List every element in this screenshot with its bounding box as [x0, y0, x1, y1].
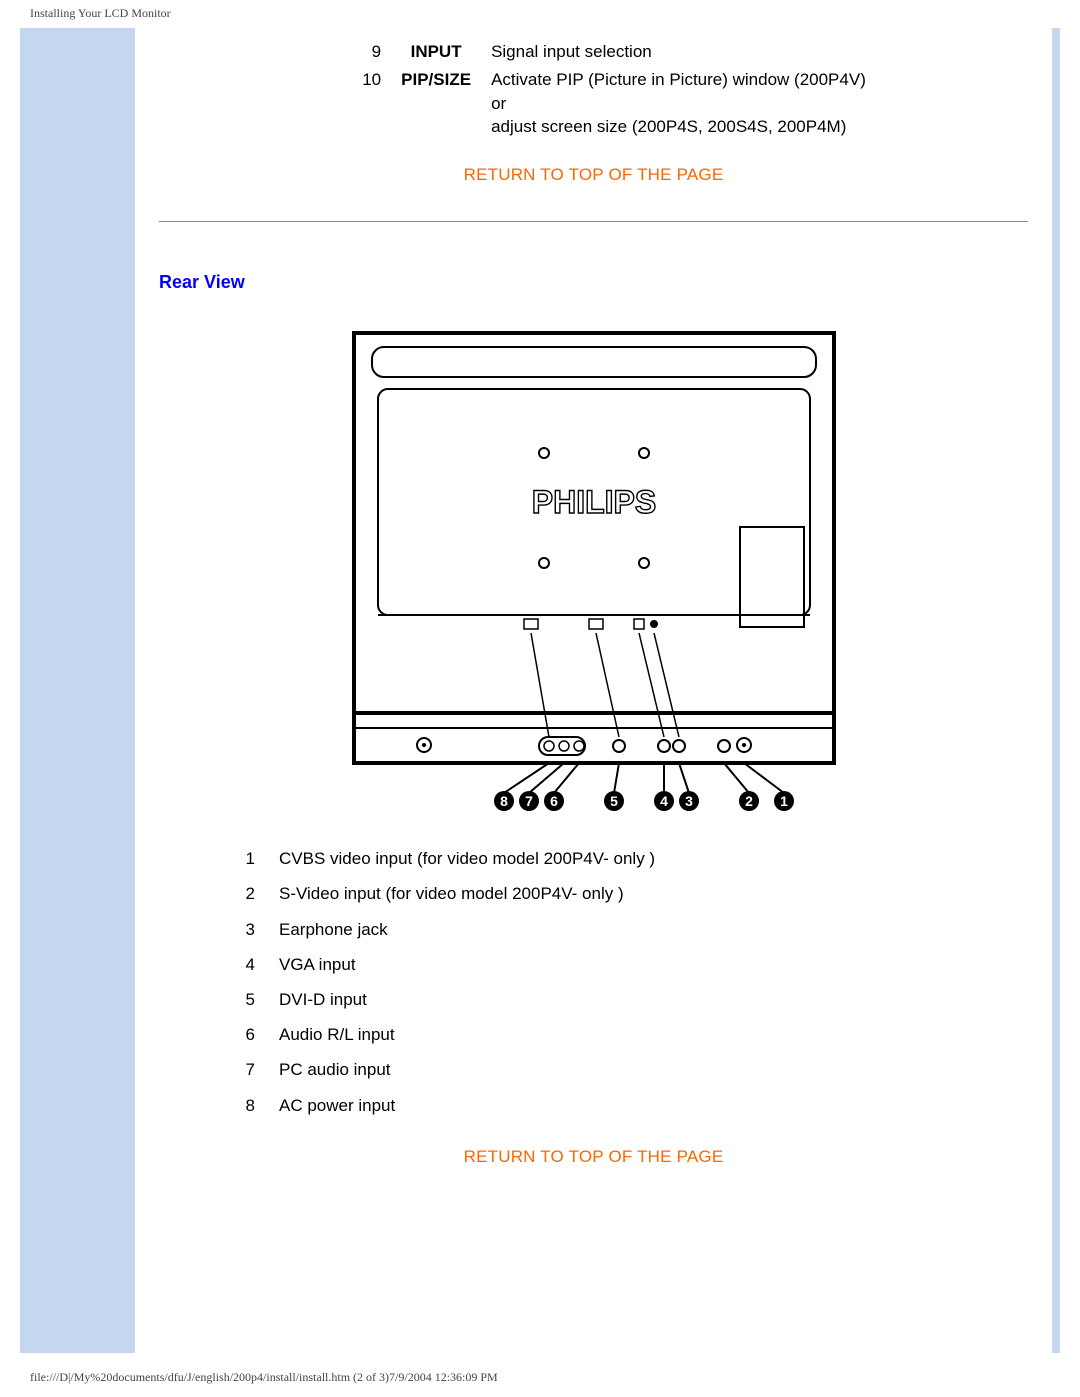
rear-connector-list: 1CVBS video input (for video model 200P4… [219, 841, 667, 1123]
header-title: Installing Your LCD Monitor [30, 6, 171, 21]
item-number: 3 [219, 912, 267, 947]
separator [159, 221, 1028, 222]
return-to-top-link[interactable]: RETURN TO TOP OF THE PAGE [159, 165, 1028, 185]
callout-2: 2 [745, 793, 753, 809]
item-number: 1 [219, 841, 267, 876]
return-to-top-link[interactable]: RETURN TO TOP OF THE PAGE [159, 1147, 1028, 1167]
row-desc: Signal input selection [481, 38, 876, 66]
item-number: 5 [219, 982, 267, 1017]
row-number: 10 [311, 66, 391, 141]
row-desc: Activate PIP (Picture in Picture) window… [481, 66, 876, 141]
item-number: 2 [219, 876, 267, 911]
row-label: INPUT [391, 38, 481, 66]
sidebar-blue-right [1052, 28, 1060, 1353]
list-item: 4VGA input [219, 947, 667, 982]
callout-4: 4 [660, 793, 668, 809]
item-desc: S-Video input (for video model 200P4V- o… [267, 876, 667, 911]
table-row: 10 PIP/SIZE Activate PIP (Picture in Pic… [311, 66, 876, 141]
rear-view-heading: Rear View [159, 272, 1028, 293]
item-desc: CVBS video input (for video model 200P4V… [267, 841, 667, 876]
item-desc: VGA input [267, 947, 667, 982]
callout-6: 6 [550, 793, 558, 809]
item-number: 8 [219, 1088, 267, 1123]
row-label: PIP/SIZE [391, 66, 481, 141]
content-area: 9 INPUT Signal input selection 10 PIP/SI… [135, 28, 1052, 1353]
top-button-table: 9 INPUT Signal input selection 10 PIP/SI… [311, 38, 876, 141]
item-number: 4 [219, 947, 267, 982]
footer-path: file:///D|/My%20documents/dfu/J/english/… [30, 1370, 498, 1385]
list-item: 6Audio R/L input [219, 1017, 667, 1052]
callout-1: 1 [780, 793, 788, 809]
item-desc: Earphone jack [267, 912, 667, 947]
list-item: 1CVBS video input (for video model 200P4… [219, 841, 667, 876]
table-row: 9 INPUT Signal input selection [311, 38, 876, 66]
item-number: 7 [219, 1052, 267, 1087]
item-desc: AC power input [267, 1088, 667, 1123]
list-item: 3Earphone jack [219, 912, 667, 947]
callout-3: 3 [685, 793, 693, 809]
item-desc: PC audio input [267, 1052, 667, 1087]
row-number: 9 [311, 38, 391, 66]
sidebar-blue-left [20, 28, 135, 1353]
list-item: 8AC power input [219, 1088, 667, 1123]
callout-5: 5 [610, 793, 618, 809]
brand-logo: PHILIPS [531, 484, 655, 520]
rear-view-diagram: PHILIPS [159, 323, 1028, 813]
list-item: 2S-Video input (for video model 200P4V- … [219, 876, 667, 911]
list-item: 5DVI-D input [219, 982, 667, 1017]
item-number: 6 [219, 1017, 267, 1052]
list-item: 7PC audio input [219, 1052, 667, 1087]
item-desc: Audio R/L input [267, 1017, 667, 1052]
callout-7: 7 [525, 793, 533, 809]
callout-8: 8 [500, 793, 508, 809]
item-desc: DVI-D input [267, 982, 667, 1017]
